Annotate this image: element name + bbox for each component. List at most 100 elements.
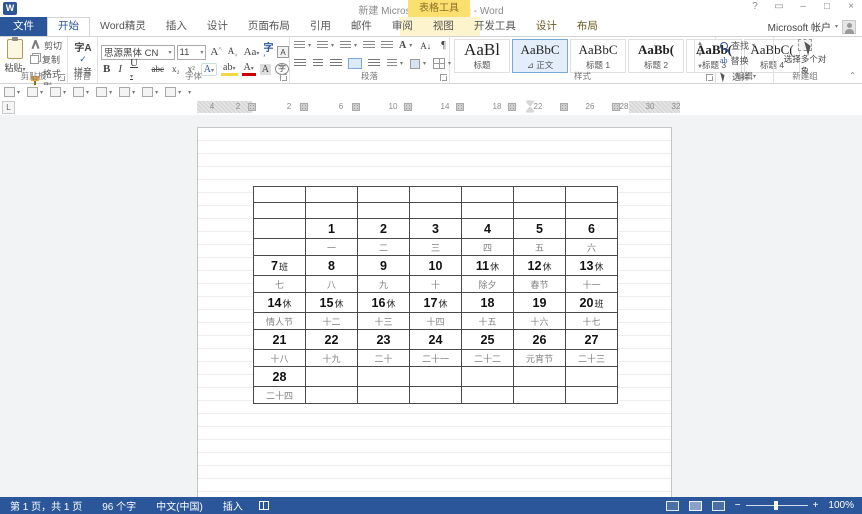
find-button[interactable]: 查找▾ (720, 39, 756, 52)
tab-页面布局[interactable]: 页面布局 (238, 17, 300, 36)
copy-button[interactable]: 复制 (30, 53, 67, 66)
table-cell[interactable]: 6 (566, 219, 618, 239)
table-cell[interactable] (514, 187, 566, 203)
tab-插入[interactable]: 插入 (156, 17, 197, 36)
cut-button[interactable]: 剪切 (30, 39, 67, 52)
restore-icon[interactable]: □ (820, 1, 834, 12)
table-cell[interactable]: 19 (514, 293, 566, 313)
lunar-label-cell[interactable]: 二 (358, 239, 410, 256)
lunar-label-cell[interactable] (358, 387, 410, 404)
lunar-label-cell[interactable]: 十四 (410, 313, 462, 330)
align-center-button[interactable] (313, 59, 323, 68)
clipboard-dialog-launcher[interactable] (58, 74, 65, 81)
table-cell[interactable]: 27 (566, 330, 618, 350)
lunar-label-cell[interactable]: 四 (462, 239, 514, 256)
table-cell[interactable]: 2 (358, 219, 410, 239)
table-cell[interactable]: 1 (306, 219, 358, 239)
table-cell[interactable] (358, 187, 410, 203)
paragraph-dialog-launcher[interactable] (440, 74, 447, 81)
bullets-button[interactable]: ▾ (294, 41, 311, 50)
lunar-label-cell[interactable]: 二十四 (254, 387, 306, 404)
align-right-button[interactable] (330, 59, 342, 68)
lunar-label-cell[interactable]: 五 (514, 239, 566, 256)
lunar-label-cell[interactable] (254, 239, 306, 256)
table-cell[interactable]: 23 (358, 330, 410, 350)
lunar-label-cell[interactable]: 十五 (462, 313, 514, 330)
lunar-label-cell[interactable]: 十一 (566, 276, 618, 293)
table-cell[interactable] (254, 203, 306, 219)
lunar-label-cell[interactable] (514, 387, 566, 404)
tab-审阅[interactable]: 审阅 (382, 17, 423, 36)
zoom-track[interactable] (746, 505, 808, 506)
table-cell[interactable]: 18 (462, 293, 514, 313)
close-icon[interactable]: × (844, 1, 858, 12)
account-area[interactable]: Microsoft 帐户 ▾ (768, 19, 856, 34)
contextual-tab-布局[interactable]: 布局 (567, 17, 608, 36)
align-left-button[interactable] (294, 59, 306, 68)
paragraph-format-button[interactable]: ▾ (73, 87, 89, 97)
table-cell[interactable] (410, 367, 462, 387)
document-page[interactable]: 123456一二三四五六7班891011休12休13休七八九十除夕春节十一14休… (197, 127, 672, 497)
word-count-status[interactable]: 96 个字 (92, 498, 146, 513)
table-cell[interactable]: 21 (254, 330, 306, 350)
table-cell[interactable]: 5 (514, 219, 566, 239)
help-icon[interactable]: ? (748, 1, 762, 12)
tab-视图[interactable]: 视图 (423, 17, 464, 36)
lunar-label-cell[interactable]: 十九 (306, 350, 358, 367)
table-column-marker[interactable] (352, 103, 360, 111)
style-标题[interactable]: AaBl标题 (454, 39, 510, 73)
numbering-button[interactable]: ▾ (317, 41, 334, 50)
lunar-label-cell[interactable]: 二十三 (566, 350, 618, 367)
table-cell[interactable]: 13休 (566, 256, 618, 276)
lunar-label-cell[interactable]: 七 (254, 276, 306, 293)
lunar-label-cell[interactable]: 十 (410, 276, 462, 293)
table-cell[interactable]: 28 (254, 367, 306, 387)
styles-dialog-launcher[interactable] (706, 74, 713, 81)
table-cell[interactable]: 17休 (410, 293, 462, 313)
contextual-tab-设计[interactable]: 设计 (526, 17, 567, 36)
lunar-label-cell[interactable]: 八 (306, 276, 358, 293)
asian-layout-button[interactable]: A▾ (399, 40, 412, 51)
page-setup-button[interactable]: ▾ (96, 87, 112, 97)
lunar-label-cell[interactable]: 六 (566, 239, 618, 256)
table-column-marker[interactable] (456, 103, 464, 111)
more-commands-button[interactable]: ▾ (188, 89, 191, 96)
paste-button[interactable]: 粘贴▾ (2, 39, 28, 74)
table-cell[interactable]: 22 (306, 330, 358, 350)
table-cell[interactable] (514, 203, 566, 219)
table-column-marker[interactable] (300, 103, 308, 111)
horizontal-ruler[interactable]: 42261014182226283032 (197, 100, 680, 114)
lunar-label-cell[interactable]: 十三 (358, 313, 410, 330)
font-dialog-launcher[interactable] (280, 74, 287, 81)
read-mode-view-icon[interactable] (666, 501, 679, 511)
increase-indent-icon[interactable] (381, 41, 393, 50)
tab-邮件[interactable]: 邮件 (341, 17, 382, 36)
table-cell[interactable] (358, 203, 410, 219)
zoom-out-icon[interactable]: − (735, 500, 741, 511)
lunar-label-cell[interactable]: 十六 (514, 313, 566, 330)
lunar-label-cell[interactable]: 情人节 (254, 313, 306, 330)
table-cell[interactable]: 14休 (254, 293, 306, 313)
table-cell[interactable]: 10 (410, 256, 462, 276)
first-line-indent-marker[interactable] (526, 101, 534, 106)
tab-开始[interactable]: 开始 (47, 17, 90, 36)
table-column-marker[interactable] (560, 103, 568, 111)
lunar-label-cell[interactable]: 春节 (514, 276, 566, 293)
macro-record-icon[interactable] (259, 501, 269, 510)
lunar-label-cell[interactable]: 十二 (306, 313, 358, 330)
table-column-marker[interactable] (404, 103, 412, 111)
zoom-slider[interactable]: − + (735, 500, 819, 511)
page-number-status[interactable]: 第 1 页，共 1 页 (0, 498, 92, 513)
ribbon-options-icon[interactable]: ▭ (772, 1, 786, 12)
tab-Word精灵[interactable]: Word精灵 (90, 17, 156, 36)
table-cell[interactable] (514, 367, 566, 387)
collapse-ribbon-icon[interactable]: ⌃ (849, 71, 856, 80)
table-cell[interactable]: 15休 (306, 293, 358, 313)
tab-file[interactable]: 文件 (0, 17, 47, 36)
table-cell[interactable] (306, 367, 358, 387)
minimize-icon[interactable]: – (796, 1, 810, 12)
table-cell[interactable] (254, 219, 306, 239)
table-cell[interactable] (306, 187, 358, 203)
lunar-label-cell[interactable] (306, 387, 358, 404)
table-cell[interactable]: 11休 (462, 256, 514, 276)
